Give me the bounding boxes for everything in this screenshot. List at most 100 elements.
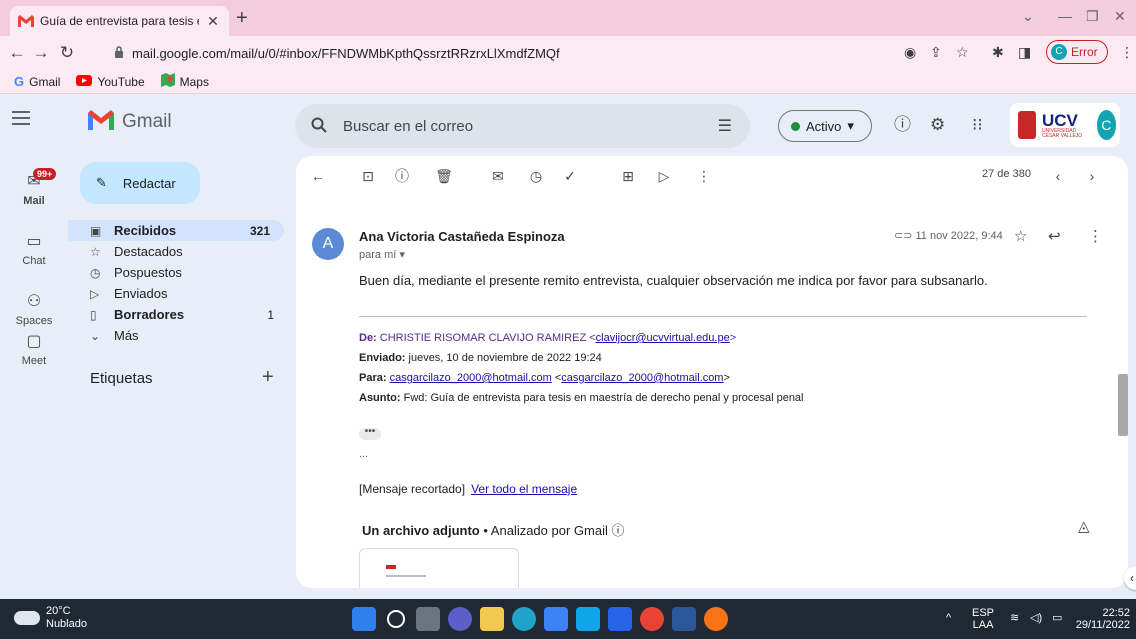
edge-browser-icon[interactable] [512,607,536,631]
minimize-icon[interactable]: — [1058,8,1072,24]
eye-icon[interactable]: ◉ [904,44,916,61]
new-tab-button[interactable]: + [236,8,248,28]
divider [359,316,1087,317]
battery-icon[interactable]: ▭ [1052,612,1062,624]
sidepanel-icon[interactable]: ◨ [1018,44,1031,61]
tab-search-icon[interactable]: ⌄ [1022,8,1034,24]
bookmark-maps[interactable]: Maps [160,73,209,90]
volume-icon[interactable]: ◁) [1030,612,1042,624]
organization-logo[interactable]: UCV UNIVERSIDAD CÉSAR VALLEJO C [1010,103,1120,147]
org-subtitle: UNIVERSIDAD CÉSAR VALLEJO [1042,127,1083,139]
bookmark-gmail[interactable]: G Gmail [14,74,60,89]
recipient-dropdown[interactable]: para mí ▾ [359,248,405,261]
browser-tab[interactable]: Guía de entrevista para tesis en m ✕ [10,6,229,36]
view-full-message-link[interactable]: Ver todo el mensaje [471,482,577,496]
start-windows-icon[interactable] [352,607,376,631]
account-avatar[interactable]: C [1096,110,1116,140]
address-bar[interactable]: mail.google.com/mail/u/0/#inbox/FFNDWMbK… [104,39,864,67]
chrome-icon[interactable] [640,607,664,631]
label-icon[interactable]: ▷ [654,166,674,186]
snooze-icon[interactable]: ◷ [526,166,546,186]
cloud-icon [14,611,40,625]
tab-title: Guía de entrevista para tesis en m [40,14,199,28]
extensions-icon[interactable]: ✱ [992,44,1004,61]
scrollbar-thumb[interactable] [1118,374,1128,436]
apps-grid-icon[interactable]: ⁝⁝ [972,115,983,135]
tray-chevron-icon[interactable]: ^ [946,612,951,624]
archive-icon[interactable]: ⊡ [358,166,378,186]
sender-name[interactable]: Ana Victoria Castañeda Espinoza [359,229,565,244]
share-icon[interactable]: ⇪ [930,44,942,61]
nav-drafts[interactable]: ▯ Borradores 1 [68,304,288,325]
help-icon[interactable]: ⓘ [894,115,911,135]
settings-gear-icon[interactable]: ⚙ [930,115,945,135]
add-task-icon[interactable]: ✓ [560,166,580,186]
weather-widget[interactable]: 20°C Nublado [14,605,87,631]
side-panel-toggle-icon[interactable]: ‹ [1124,566,1136,590]
report-spam-icon[interactable]: ⓘ [392,166,412,186]
labels-heading: Etiquetas [90,370,153,387]
chrome-profile-icon[interactable] [704,607,728,631]
reply-icon[interactable]: ↩ [1048,227,1061,245]
restore-icon[interactable]: ❐ [1086,8,1099,24]
tab-close-icon[interactable]: ✕ [205,13,221,30]
browser-menu-icon[interactable]: ⋮ [1120,44,1134,61]
fwd-to-email-link-2[interactable]: casgarcilazo_2000@hotmail.com [561,372,723,384]
back-to-inbox-icon[interactable]: ← [308,166,328,186]
message-more-icon[interactable]: ⋮ [1088,227,1103,245]
search-options-icon[interactable]: ☰ [718,116,732,136]
sender-avatar[interactable]: A [312,228,344,260]
wifi-icon[interactable]: ≋ [1010,612,1019,624]
zoom-icon[interactable] [544,607,568,631]
show-trimmed-button[interactable]: ••• [359,427,381,440]
word-icon[interactable] [672,607,696,631]
gmail-logo[interactable]: Gmail [88,110,172,133]
delete-icon[interactable]: 🗑 [434,166,454,186]
fwd-to-email-link[interactable]: casgarcilazo_2000@hotmail.com [390,372,552,384]
older-icon[interactable]: › [1082,166,1102,186]
lang-code: ESP [972,607,995,619]
rail-mail[interactable]: ✉ 99+ Mail [0,168,68,207]
nav-snoozed[interactable]: ◷ Pospuestos [68,262,288,283]
add-label-icon[interactable]: + [262,366,274,389]
attachment-thumbnail[interactable] [359,548,519,588]
star-message-icon[interactable]: ☆ [1014,227,1027,245]
search-taskbar-icon[interactable] [387,610,405,628]
rail-chat[interactable]: ▭ Chat [0,232,68,267]
reload-icon[interactable]: ↻ [56,42,78,64]
clock[interactable]: 22:52 29/11/2022 [1074,607,1130,631]
attachment-clip-icon: ⊂⊃ [894,230,916,242]
nav-label: Más [114,328,139,343]
file-explorer-icon[interactable] [480,607,504,631]
move-to-icon[interactable]: ⊞ [618,166,638,186]
nav-sent[interactable]: ▷ Enviados [68,283,288,304]
search-icon[interactable] [311,117,327,136]
bookmark-star-icon[interactable]: ☆ [956,44,969,61]
info-icon[interactable]: ⓘ [611,523,624,538]
back-icon[interactable]: ← [6,42,28,64]
newer-icon[interactable]: ‹ [1048,166,1068,186]
compose-button[interactable]: ✎ Redactar [80,162,200,204]
store-icon[interactable] [576,607,600,631]
rail-meet[interactable]: ▢ Meet [0,332,68,367]
window-close-icon[interactable]: ✕ [1114,8,1126,24]
teams-chat-icon[interactable] [448,607,472,631]
task-view-icon[interactable] [416,607,440,631]
language-indicator[interactable]: ESP LAA [972,607,994,631]
nav-inbox[interactable]: ▣ Recibidos 321 [68,220,284,241]
mail-app-icon[interactable] [608,607,632,631]
search-input[interactable]: Buscar en el correo [343,118,473,135]
nav-more[interactable]: ⌄ Más [68,325,288,346]
search-bar[interactable]: Buscar en el correo ☰ [295,104,750,148]
status-chip[interactable]: Activo ▾ [778,110,872,142]
nav-starred[interactable]: ☆ Destacados [68,241,288,262]
more-options-icon[interactable]: ⋮ [694,166,714,186]
add-to-drive-icon[interactable]: ◬ [1078,517,1090,535]
fwd-from-email-link[interactable]: clavijocr@ucvvirtual.edu.pe [596,332,730,344]
profile-button[interactable]: C Error [1046,40,1108,64]
forward-icon[interactable]: → [30,42,52,64]
main-menu-icon[interactable] [12,111,30,125]
bookmark-youtube[interactable]: YouTube [76,74,145,89]
mark-unread-icon[interactable]: ✉ [488,166,508,186]
rail-spaces[interactable]: ⚇ Spaces [0,292,68,327]
